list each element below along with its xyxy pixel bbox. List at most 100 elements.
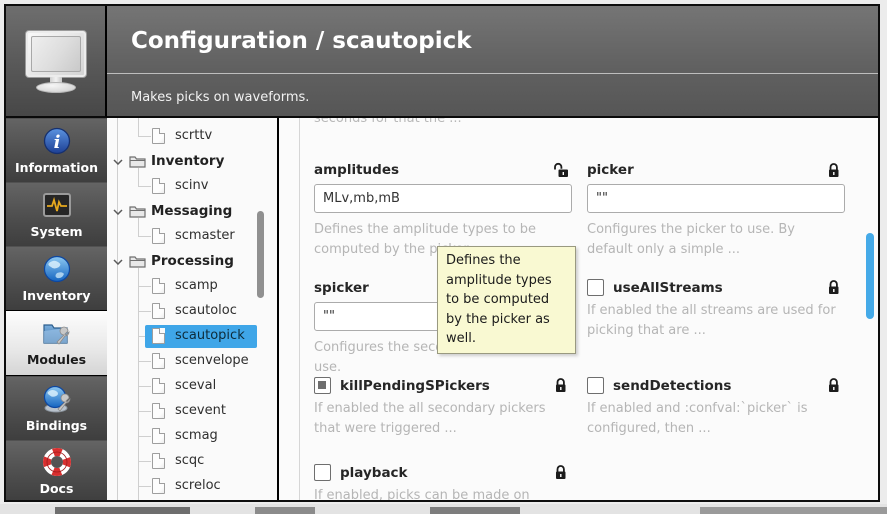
file-icon (152, 478, 165, 494)
monitor-icon (23, 30, 89, 92)
sidebar-item-modules[interactable]: Modules (6, 310, 107, 376)
globe-wrench-icon (42, 385, 72, 413)
sidebar-item-docs[interactable]: Docs (6, 440, 107, 502)
field-description: If enabled the all secondary pickers tha… (314, 399, 570, 439)
field-killPendingSPickers: killPendingSPickers If enabled the all s… (314, 377, 572, 394)
taskbar-segment (700, 507, 887, 514)
sidebar-item-label: Inventory (23, 288, 91, 303)
sidebar-item-label: Docs (40, 481, 74, 496)
globe-icon (43, 255, 71, 283)
sidebar-item-system[interactable]: System (6, 182, 107, 246)
content-scrollbar-thumb[interactable] (866, 233, 874, 319)
tree-item-scevent[interactable]: scevent (107, 399, 279, 424)
field-label: picker (587, 162, 845, 178)
field-useAllStreams: useAllStreams If enabled the all streams… (587, 279, 845, 296)
sidebar-item-bindings[interactable]: Bindings (6, 376, 107, 440)
folder-icon (129, 254, 146, 268)
sidebar-item-label: System (30, 224, 82, 239)
page-header: Configuration / scautopick Makes picks o… (107, 6, 880, 118)
scconfig-window: Configuration / scautopick Makes picks o… (4, 4, 880, 502)
tree-item-partial[interactable] (107, 499, 279, 502)
field-playback: playback If enabled, picks can be made o… (314, 464, 572, 481)
tree-item-scmaster[interactable]: scmaster (107, 224, 279, 249)
file-icon (152, 378, 165, 394)
tree-scrollbar-thumb[interactable] (257, 211, 264, 298)
config-panel: seconds for that the ... amplitudes Defi… (279, 118, 880, 502)
sendDetections-checkbox[interactable] (587, 377, 604, 394)
file-icon (152, 303, 165, 319)
amplitudes-input[interactable] (314, 184, 572, 213)
tree-item-scautoloc[interactable]: scautoloc (107, 299, 279, 324)
field-description: If enabled, picks can be made on (314, 486, 570, 502)
header-divider (107, 73, 880, 74)
lock-icon[interactable] (554, 464, 568, 480)
tree-item-screloc[interactable]: screloc (107, 474, 279, 499)
clipped-description: seconds for that the ... (314, 118, 462, 126)
file-icon (152, 128, 165, 144)
field-description: Configures the picker to use. By default… (587, 220, 843, 260)
field-label: playback (340, 465, 408, 481)
taskbar-segment (255, 507, 315, 514)
sidebar-item-label: Modules (27, 352, 86, 367)
chevron-down-icon (113, 259, 123, 265)
field-label: sendDetections (613, 378, 731, 394)
folder-icon (129, 154, 146, 168)
page-title: Configuration / scautopick (131, 28, 472, 54)
tree-item-processing[interactable]: Processing (107, 249, 279, 274)
unlock-icon[interactable] (554, 162, 568, 178)
killPendingSPickers-checkbox[interactable] (314, 377, 331, 394)
file-icon (152, 453, 165, 469)
tree-item-scqc[interactable]: scqc (107, 449, 279, 474)
page-subtitle: Makes picks on waveforms. (131, 90, 309, 105)
field-description: If enabled and :confval:`picker` is conf… (587, 399, 843, 439)
file-icon (152, 403, 165, 419)
svg-text:i: i (53, 132, 60, 153)
file-icon (152, 328, 165, 344)
tree-item-scautopick[interactable]: scautopick (107, 324, 279, 349)
lock-icon[interactable] (827, 162, 841, 178)
field-picker: picker Configures the picker to use. By … (587, 162, 845, 178)
sidebar-item-label: Bindings (26, 418, 87, 433)
picker-input[interactable] (587, 184, 845, 213)
tooltip: Defines the amplitude types to be comput… (437, 246, 576, 354)
folder-icon (129, 204, 146, 218)
sidebar-item-information[interactable]: i Information (6, 118, 107, 182)
field-sendDetections: sendDetections If enabled and :confval:`… (587, 377, 845, 394)
playback-checkbox[interactable] (314, 464, 331, 481)
module-tree: scrttv Inventory scinv Messaging scmaste… (107, 118, 279, 502)
chevron-down-icon (113, 159, 123, 165)
useAllStreams-checkbox[interactable] (587, 279, 604, 296)
tree-item-scmag[interactable]: scmag (107, 424, 279, 449)
chevron-down-icon (113, 209, 123, 215)
lock-icon[interactable] (554, 377, 568, 393)
tree-item-sceval[interactable]: sceval (107, 374, 279, 399)
file-icon (152, 278, 165, 294)
panel-border-line (299, 118, 300, 502)
tree-item-scamp[interactable]: scamp (107, 274, 279, 299)
field-label: useAllStreams (613, 280, 723, 296)
lock-icon[interactable] (827, 377, 841, 393)
folder-wrench-icon (42, 319, 72, 347)
sidebar-item-label: Information (15, 160, 98, 175)
sidebar-nav: i Information System Inventory (6, 118, 107, 502)
system-waveform-icon (43, 191, 71, 219)
app-icon-panel (6, 6, 107, 118)
info-icon: i (43, 127, 71, 155)
taskbar-segment (55, 507, 190, 514)
field-label: killPendingSPickers (340, 378, 490, 394)
tree-item-messaging[interactable]: Messaging (107, 199, 279, 224)
file-icon (152, 428, 165, 444)
lock-icon[interactable] (827, 279, 841, 295)
field-description: If enabled the all streams are used for … (587, 301, 843, 341)
tree-item-inventory[interactable]: Inventory (107, 149, 279, 174)
file-icon (152, 228, 165, 244)
lifebuoy-icon (43, 448, 71, 476)
field-amplitudes: amplitudes Defines the amplitude types t… (314, 162, 572, 178)
tree-item-scinv[interactable]: scinv (107, 174, 279, 199)
tree-item-scenvelope[interactable]: scenvelope (107, 349, 279, 374)
sidebar-item-inventory[interactable]: Inventory (6, 246, 107, 310)
app-screenshot: Configuration / scautopick Makes picks o… (0, 0, 887, 514)
tree-item-scrttv[interactable]: scrttv (107, 124, 279, 149)
taskbar-segment (430, 507, 520, 514)
field-label: amplitudes (314, 162, 572, 178)
